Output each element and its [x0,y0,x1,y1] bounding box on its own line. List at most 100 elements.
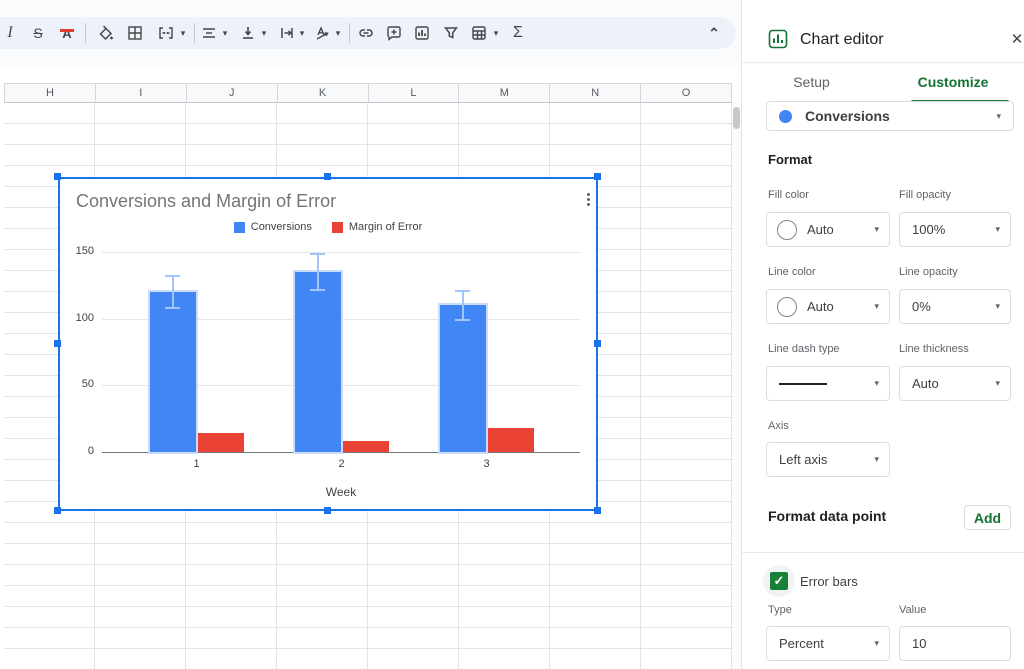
toolbar-separator [194,23,195,43]
vertical-align-caret[interactable]: ▾ [258,20,270,46]
line-dash-type-label: Line dash type [768,343,840,355]
merge-cells-caret[interactable]: ▾ [177,20,189,46]
borders-icon[interactable] [122,20,148,46]
tab-setup[interactable]: Setup [741,63,882,101]
fill-opacity-label: Fill opacity [899,189,951,201]
horizontal-align-caret[interactable]: ▾ [219,20,231,46]
table-views-caret[interactable]: ▾ [490,20,502,46]
line-color-value: Auto [807,299,834,314]
x-tick-label: 2 [322,458,362,470]
text-wrap-caret[interactable]: ▾ [296,20,308,46]
strikethrough-icon[interactable]: S [25,20,51,46]
bar-conversions-2[interactable] [295,272,341,452]
bar-conversions-3[interactable] [440,305,486,452]
fill-opacity-value: 100% [900,222,945,237]
error-bars-value-input[interactable] [899,626,1011,661]
column-header-n[interactable]: N [550,84,641,102]
fill-color-label: Fill color [768,189,809,201]
series-selector-dropdown[interactable]: Conversions ▾ [766,101,1014,131]
table-views-icon[interactable] [466,20,492,46]
chevron-down-icon: ▾ [996,111,1001,122]
format-data-point-heading: Format data point [768,508,886,524]
chart-menu-icon[interactable] [580,187,596,211]
chart-handle-top-middle[interactable] [324,173,331,180]
line-color-dropdown[interactable]: Auto ▾ [766,289,890,324]
create-filter-icon[interactable] [438,20,464,46]
error-bar [462,291,464,320]
y-tick-label: 150 [60,245,94,257]
fill-opacity-dropdown[interactable]: 100% ▾ [899,212,1011,247]
solid-line-swatch [779,383,827,385]
text-rotation-caret[interactable]: ▾ [332,20,344,46]
tab-customize[interactable]: Customize [882,63,1024,101]
column-header-j[interactable]: J [187,84,278,102]
fill-color-icon[interactable] [92,20,118,46]
chart-editor-title: Chart editor [800,31,884,49]
error-bar-cap [310,289,325,291]
bar-margin-of-error-2[interactable] [343,441,389,452]
chart-handle-bottom-left[interactable] [54,507,61,514]
error-bars-type-dropdown[interactable]: Percent ▾ [766,626,890,661]
y-tick-label: 100 [60,312,94,324]
color-swatch [777,297,797,317]
gridline-0 [102,452,580,453]
vertical-scrollbar-track[interactable] [733,103,741,669]
error-bars-type-label: Type [768,604,792,616]
line-thickness-dropdown[interactable]: Auto ▾ [899,366,1011,401]
series-color-dot [779,110,792,123]
insert-chart-icon[interactable] [409,20,435,46]
panel-section-divider [741,552,1024,553]
chevron-down-icon: ▾ [874,301,879,312]
text-color-icon[interactable]: A [54,20,80,46]
error-bar-cap [165,307,180,309]
error-bars-checkbox[interactable]: ✓ [770,572,788,590]
line-opacity-label: Line opacity [899,266,958,278]
error-bar-cap [455,290,470,292]
line-dash-type-dropdown[interactable]: ▾ [766,366,890,401]
insert-link-icon[interactable] [353,20,379,46]
error-bars-type-value: Percent [767,636,824,651]
y-tick-label: 0 [60,445,94,457]
add-data-point-button[interactable]: Add [964,505,1011,530]
line-opacity-dropdown[interactable]: 0% ▾ [899,289,1011,324]
collapse-toolbar-icon[interactable]: ⌃ [701,20,727,46]
error-bars-value-label: Value [899,604,926,616]
embedded-chart[interactable]: Conversions and Margin of Error Conversi… [58,177,598,511]
chart-handle-top-left[interactable] [54,173,61,180]
vertical-scrollbar-thumb[interactable] [733,107,740,129]
column-header-i[interactable]: I [96,84,187,102]
italic-icon[interactable]: I [0,20,23,46]
chevron-down-icon: ▾ [874,378,879,389]
bar-margin-of-error-3[interactable] [488,428,534,452]
column-header-m[interactable]: M [459,84,550,102]
error-bar [317,254,319,290]
merge-cells-icon[interactable] [153,20,179,46]
series-selector-value: Conversions [805,108,996,124]
x-tick-label: 3 [467,458,507,470]
chart-handle-top-right[interactable] [594,173,601,180]
chart-handle-bottom-middle[interactable] [324,507,331,514]
chevron-down-icon: ▾ [874,224,879,235]
error-bars-label: Error bars [800,574,858,589]
chart-handle-middle-left[interactable] [54,340,61,347]
bar-margin-of-error-1[interactable] [198,433,244,452]
line-opacity-value: 0% [900,299,931,314]
functions-icon[interactable]: Σ [505,20,531,46]
chart-handle-middle-right[interactable] [594,340,601,347]
close-icon[interactable]: ✕ [1008,30,1024,48]
bar-conversions-1[interactable] [150,292,196,452]
line-thickness-value: Auto [900,376,939,391]
insert-comment-icon[interactable] [381,20,407,46]
toolbar-separator [349,23,350,43]
chart-plot: 150100500123 [60,179,596,509]
column-header-l[interactable]: L [369,84,460,102]
axis-value: Left axis [767,452,827,467]
column-header-k[interactable]: K [278,84,369,102]
column-header-h[interactable]: H [5,84,96,102]
x-tick-label: 1 [177,458,217,470]
fill-color-dropdown[interactable]: Auto ▾ [766,212,890,247]
google-sheets-window: I S A ▾ ▾ ▾ ▾ ▾ [0,0,1024,669]
column-header-o[interactable]: O [641,84,732,102]
axis-dropdown[interactable]: Left axis ▾ [766,442,890,477]
chart-handle-bottom-right[interactable] [594,507,601,514]
